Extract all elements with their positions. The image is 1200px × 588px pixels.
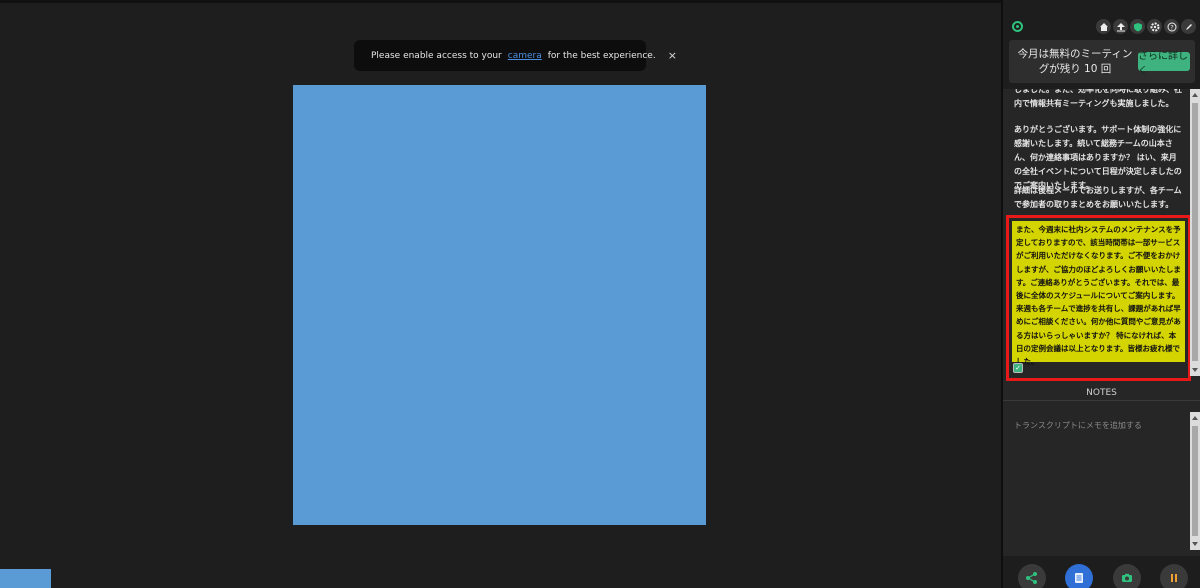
learn-more-button[interactable]: さらに詳しく <box>1138 51 1190 77</box>
notes-heading: NOTES <box>1003 388 1200 398</box>
scroll-down-arrow-icon[interactable] <box>1192 368 1198 372</box>
toast-text-before: Please enable access to your <box>371 50 502 61</box>
pen-icon[interactable] <box>1181 19 1196 34</box>
scrollbar-thumb[interactable] <box>1192 426 1198 536</box>
camera-link[interactable]: camera <box>508 51 542 61</box>
notes-heading-text: NOTES <box>1078 388 1125 398</box>
scroll-up-arrow-icon[interactable] <box>1192 416 1198 420</box>
notes-input[interactable]: トランスクリプトにメモを追加する <box>1003 412 1190 550</box>
toast-text-after: for the best experience. <box>547 50 656 61</box>
home-icon[interactable] <box>1096 19 1111 34</box>
toast-close-button[interactable]: × <box>668 49 677 62</box>
upload-icon[interactable] <box>1113 19 1128 34</box>
scroll-up-arrow-icon[interactable] <box>1192 93 1198 97</box>
recording-indicator-icon <box>1012 21 1023 32</box>
upgrade-banner: 今月は無料のミーティングが残り 10 回 さらに詳しく <box>1009 40 1195 83</box>
document-icon[interactable] <box>1065 564 1093 588</box>
transcript-entry: しました。また、効率化を同時に取り組み、社内で情報共有ミーティングも実施しました… <box>1014 89 1182 108</box>
camera-icon[interactable] <box>1113 564 1141 588</box>
gear-icon[interactable] <box>1147 19 1162 34</box>
side-panel: ? 今月は無料のミーティングが残り 10 回 さらに詳しく しました。また、効率… <box>1001 0 1200 588</box>
highlighted-transcript-entry[interactable]: また、今週末に社内システムのメンテナンスを予定しておりますので、該当時間帯は一部… <box>1006 215 1191 381</box>
share-icon[interactable] <box>1018 564 1046 588</box>
transcript-entry: ありがとうございます。サポート体制の強化に感謝いたします。続いて総務チームの山本… <box>1014 125 1182 190</box>
highlighted-text: また、今週末に社内システムのメンテナンスを予定しておりますので、該当時間帯は一部… <box>1012 221 1185 366</box>
transcript-entry: 詳細は後程メールでお送りしますが、各チームで参加者の取りまとめをお願いいたします… <box>1014 186 1182 209</box>
transcript-scrollbar[interactable] <box>1190 89 1200 376</box>
panel-bottom-bar <box>1003 556 1200 588</box>
scroll-down-arrow-icon[interactable] <box>1192 542 1198 546</box>
self-view-thumbnail[interactable] <box>0 569 51 588</box>
remaining-meetings-text: 今月は無料のミーティングが残り 10 回 <box>1017 48 1133 75</box>
pause-icon[interactable] <box>1160 564 1188 588</box>
meeting-stage: Please enable access to your camera for … <box>0 0 1001 588</box>
panel-header: ? 今月は無料のミーティングが残り 10 回 さらに詳しく <box>1003 0 1200 89</box>
entry-checkbox[interactable]: ✓ <box>1013 363 1023 373</box>
notes-scrollbar[interactable] <box>1190 412 1200 550</box>
transcript-list: しました。また、効率化を同時に取り組み、社内で情報共有ミーティングも実施しました… <box>1003 89 1200 384</box>
scrollbar-thumb[interactable] <box>1192 103 1198 361</box>
help-icon[interactable]: ? <box>1164 19 1179 34</box>
shield-icon[interactable] <box>1130 19 1145 34</box>
notes-divider <box>1003 400 1200 401</box>
video-tile <box>293 85 706 525</box>
svg-text:?: ? <box>1170 23 1173 31</box>
camera-permission-toast: Please enable access to your camera for … <box>354 40 677 71</box>
